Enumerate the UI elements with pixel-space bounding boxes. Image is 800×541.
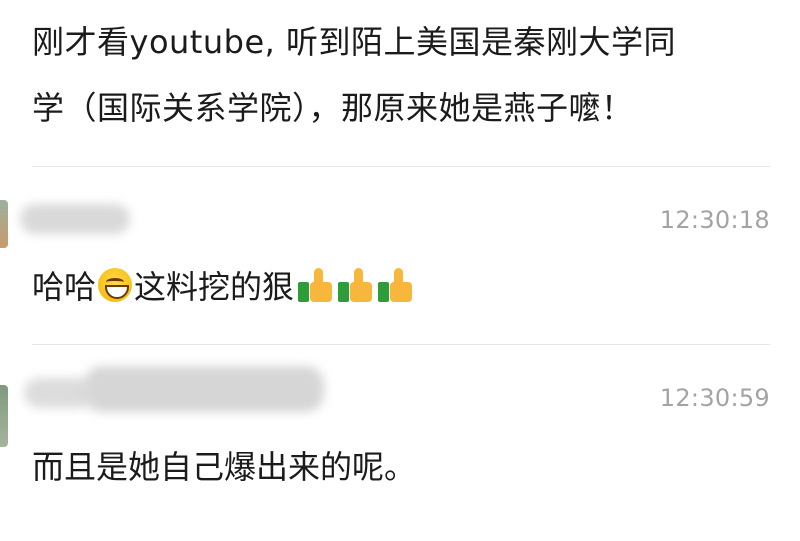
comment-timestamp: 12:30:59 (659, 384, 770, 412)
username-redacted (20, 204, 130, 234)
thumbs-up-icon (378, 268, 414, 302)
comment-text-part: 这料挖的狠 (134, 268, 295, 306)
grinning-face-icon (98, 268, 133, 302)
post-text-line-1: 刚才看youtube, 听到陌上美国是秦刚大学同 (32, 23, 676, 61)
avatar[interactable] (0, 200, 8, 248)
divider (32, 344, 770, 345)
avatar[interactable] (0, 385, 8, 447)
thumbs-up-icon (298, 268, 334, 302)
username-redacted (84, 366, 324, 412)
comment-timestamp: 12:30:18 (659, 206, 770, 234)
post-text-line-2: 学（国际关系学院），那原来她是燕子嚒！ (32, 89, 634, 127)
thumbs-up-icon (338, 268, 374, 302)
divider (32, 166, 770, 167)
comment-text: 而且是她自己爆出来的呢。 (32, 448, 417, 486)
comment-text: 哈哈 这料挖的狠 (32, 262, 414, 308)
comment-thread: 刚才看youtube, 听到陌上美国是秦刚大学同 学（国际关系学院），那原来她是… (0, 0, 800, 541)
comment-text-part: 哈哈 (32, 268, 97, 306)
